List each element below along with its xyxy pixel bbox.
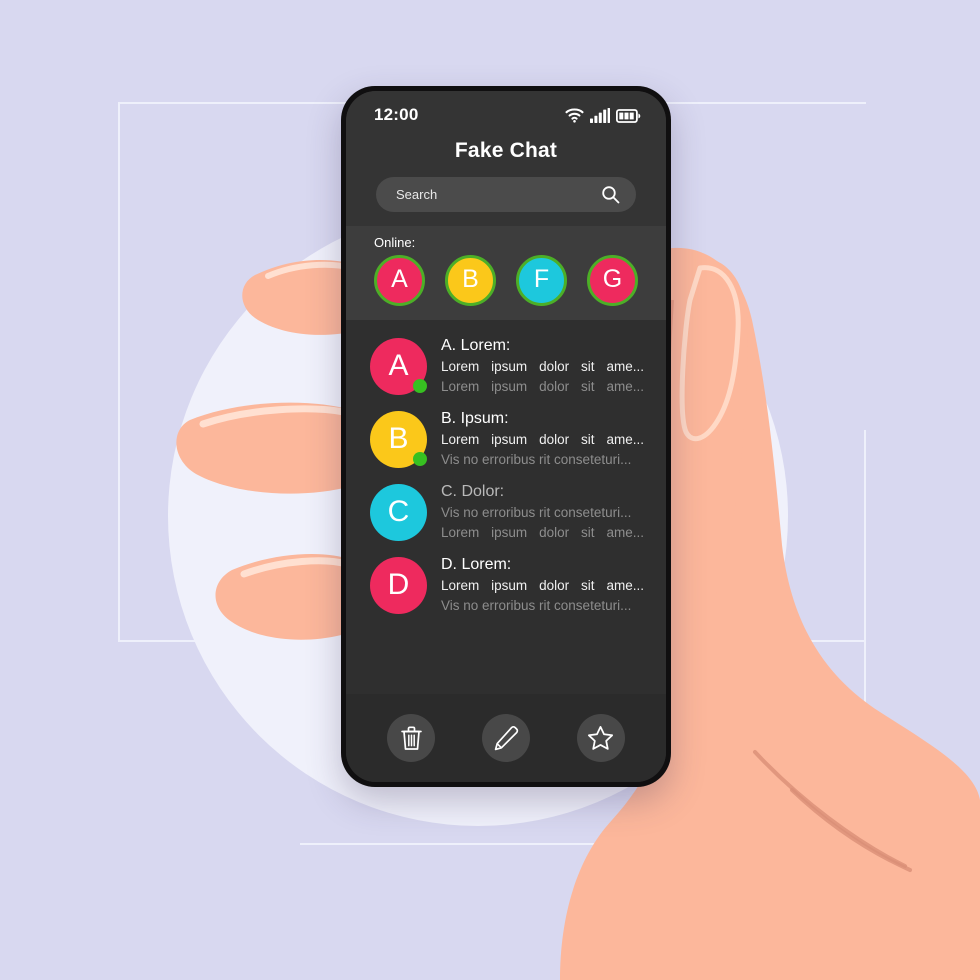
status-time: 12:00	[374, 105, 419, 124]
preview-word: ame...	[606, 359, 644, 374]
compose-button[interactable]	[481, 714, 530, 762]
online-avatar-f[interactable]: F	[516, 255, 567, 306]
bottom-toolbar	[346, 694, 666, 782]
avatar[interactable]: B	[370, 411, 427, 469]
avatar-initial: A	[388, 348, 409, 382]
avatar[interactable]: C	[370, 484, 427, 542]
online-avatar-a[interactable]: A	[374, 255, 425, 306]
chat-title: A. Lorem:	[441, 337, 511, 354]
preview-word: dolor	[539, 524, 570, 540]
chat-preview-line-2: Vis no erroribus rit conseteturi...	[441, 451, 632, 467]
battery-icon	[616, 109, 641, 123]
online-status-dot	[413, 379, 427, 394]
preview-word: Lorem	[441, 359, 480, 374]
search-input[interactable]: Search	[376, 177, 636, 212]
preview-word: sit	[581, 432, 595, 448]
chat-row[interactable]: B B. Ipsum: Lorem ipsum dolor sit ame... Vis no…	[346, 403, 666, 476]
preview-word: ipsum	[491, 524, 528, 540]
chat-preview-line-2: Vis no erroribus rit conseteturi...	[441, 597, 632, 613]
chat-row[interactable]: C C. Dolor: Vis no erroribus rit consetetu…	[346, 476, 666, 549]
search-icon[interactable]	[601, 185, 620, 204]
avatar[interactable]: D	[370, 557, 427, 615]
preview-word: sit	[581, 378, 595, 394]
preview-word: ipsum	[491, 432, 528, 448]
chat-preview-line-1: Vis no erroribus rit conseteturi...	[441, 505, 632, 521]
avatar-initial: F	[533, 265, 550, 293]
avatar-initial: B	[388, 421, 409, 455]
preview-word: ame...	[606, 378, 644, 394]
preview-word: dolor	[539, 432, 570, 448]
chat-preview-line-2: Lorem ipsum dolor sit ame...	[441, 523, 644, 543]
status-icons-group	[565, 107, 641, 123]
preview-word: dolor	[539, 359, 570, 374]
preview-word: ipsum	[491, 578, 528, 594]
chat-list: A A. Lorem: Lorem ipsum dolor sit ame... Lorem i…	[346, 320, 666, 694]
delete-button[interactable]	[387, 714, 436, 762]
chat-row[interactable]: A A. Lorem: Lorem ipsum dolor sit ame... Lorem i…	[346, 330, 666, 403]
signal-bars-icon	[590, 108, 610, 123]
preview-word: dolor	[539, 578, 570, 594]
chat-row[interactable]: D D. Lorem: Lorem ipsum dolor sit ame... Vis no…	[346, 549, 666, 622]
online-label: Online:	[374, 235, 416, 250]
trash-icon	[401, 726, 422, 750]
phone-screen: 12:00 Fake Chat Search Online: A B F G A…	[346, 91, 666, 782]
chat-row-text: B. Ipsum: Lorem ipsum dolor sit ame... Vis no …	[441, 410, 644, 469]
preview-word: ame...	[606, 578, 644, 594]
chat-preview-line-1: Lorem ipsum dolor sit ame...	[441, 576, 644, 596]
preview-word: ipsum	[491, 359, 528, 374]
online-avatar-list: ABFG	[346, 255, 666, 306]
preview-word: Lorem	[441, 378, 480, 394]
preview-word: sit	[581, 524, 595, 540]
avatar-initial: D	[387, 567, 410, 601]
status-bar: 12:00	[346, 103, 666, 127]
chat-row-text: C. Dolor: Vis no erroribus rit consetetur…	[441, 483, 644, 542]
wifi-icon	[565, 108, 584, 123]
chat-title: B. Ipsum:	[441, 410, 509, 428]
chat-title: D. Lorem:	[441, 556, 512, 574]
online-avatar-g[interactable]: G	[587, 255, 638, 306]
scene: 12:00 Fake Chat Search Online: A B F G A…	[0, 0, 980, 980]
avatar-initial: B	[462, 265, 479, 293]
preview-word: Lorem	[441, 432, 480, 448]
avatar-circle-d: D	[370, 557, 427, 615]
chat-row-text: A. Lorem: Lorem ipsum dolor sit ame... Lorem ip…	[441, 337, 644, 396]
chat-row-text: D. Lorem: Lorem ipsum dolor sit ame... Vis no …	[441, 556, 644, 615]
preview-word: Lorem	[441, 524, 480, 540]
chat-preview-line-1: Lorem ipsum dolor sit ame...	[441, 357, 644, 377]
preview-word: ame...	[606, 432, 644, 448]
preview-word: dolor	[539, 378, 570, 394]
favorite-button[interactable]	[576, 714, 625, 762]
online-section: Online: A B F G	[346, 226, 666, 320]
preview-word: ipsum	[491, 378, 528, 394]
preview-word: ame...	[606, 524, 644, 540]
pencil-icon	[494, 726, 519, 751]
search-placeholder: Search	[396, 187, 438, 202]
avatar[interactable]: A	[370, 338, 427, 396]
avatar-initial: C	[387, 494, 410, 528]
chat-preview-line-2: Lorem ipsum dolor sit ame...	[441, 377, 644, 397]
preview-word: sit	[581, 359, 595, 374]
avatar-initial: A	[391, 265, 408, 293]
star-icon	[588, 726, 614, 750]
chat-title: C. Dolor:	[441, 483, 505, 501]
preview-word: sit	[581, 578, 595, 594]
avatar-circle-c: C	[370, 484, 427, 542]
online-avatar-b[interactable]: B	[445, 255, 496, 306]
avatar-initial: G	[602, 265, 623, 293]
phone-device: 12:00 Fake Chat Search Online: A B F G A…	[341, 86, 671, 787]
online-status-dot	[413, 452, 427, 467]
chat-preview-line-1: Lorem ipsum dolor sit ame...	[441, 430, 644, 450]
page-title: Fake Chat	[454, 139, 558, 162]
app-header: 12:00 Fake Chat Search	[346, 91, 666, 226]
preview-word: Lorem	[441, 578, 480, 594]
